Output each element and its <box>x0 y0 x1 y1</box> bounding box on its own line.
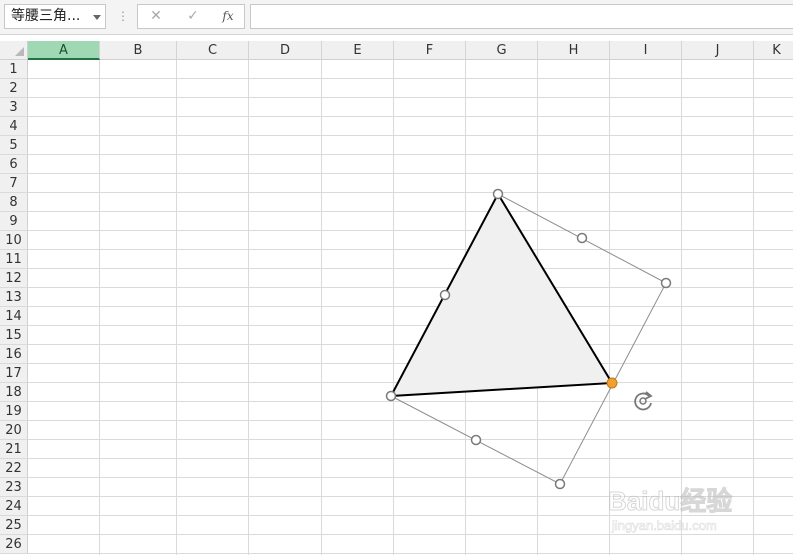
column-header-c[interactable]: C <box>177 41 249 60</box>
grid-row-line <box>28 230 793 231</box>
column-header-f[interactable]: F <box>394 41 466 60</box>
formula-input[interactable] <box>250 4 793 29</box>
grid-row-line <box>28 534 793 535</box>
top-vertex-handle[interactable] <box>492 188 504 200</box>
row-header-13[interactable]: 13 <box>0 288 28 307</box>
row-header-7[interactable]: 7 <box>0 174 28 193</box>
cancel-entry-button[interactable]: ✕ <box>141 5 171 28</box>
column-header-a[interactable]: A <box>28 41 100 60</box>
grid-row-line <box>28 401 793 402</box>
name-box-dropdown-icon[interactable] <box>93 15 101 20</box>
row-header-5[interactable]: 5 <box>0 136 28 155</box>
row-header-3[interactable]: 3 <box>0 98 28 117</box>
row-header-21[interactable]: 21 <box>0 440 28 459</box>
column-header-k[interactable]: K <box>754 41 793 60</box>
name-box-value: 等腰三角... <box>11 8 81 24</box>
bottom-corner-handle[interactable] <box>554 478 566 490</box>
grid-row-line <box>28 477 793 478</box>
top-right-corner-handle[interactable] <box>660 277 672 289</box>
row-header-8[interactable]: 8 <box>0 193 28 212</box>
row-header-20[interactable]: 20 <box>0 421 28 440</box>
formula-bar-grip-icon: ⋮ <box>117 9 129 23</box>
grid-row-line <box>28 325 793 326</box>
row-header-23[interactable]: 23 <box>0 478 28 497</box>
column-header-b[interactable]: B <box>100 41 177 60</box>
row-header-25[interactable]: 25 <box>0 516 28 535</box>
column-header-j[interactable]: J <box>682 41 754 60</box>
row-header-6[interactable]: 6 <box>0 155 28 174</box>
row-header-11[interactable]: 11 <box>0 250 28 269</box>
row-header-26[interactable]: 26 <box>0 535 28 554</box>
row-header-9[interactable]: 9 <box>0 212 28 231</box>
grid-row-line <box>28 496 793 497</box>
grid-row-line <box>28 192 793 193</box>
row-header-4[interactable]: 4 <box>0 117 28 136</box>
grid-row-line <box>28 458 793 459</box>
row-header-12[interactable]: 12 <box>0 269 28 288</box>
formula-buttons: ✕ ✓ fx <box>137 4 245 29</box>
insert-function-button[interactable]: fx <box>213 5 243 28</box>
grid-row-line <box>28 97 793 98</box>
grid-row-line <box>28 268 793 269</box>
column-headers: ABCDEFGHIJK <box>0 41 793 60</box>
row-header-18[interactable]: 18 <box>0 383 28 402</box>
row-header-15[interactable]: 15 <box>0 326 28 345</box>
column-header-i[interactable]: I <box>610 41 682 60</box>
grid-row-line <box>28 78 793 79</box>
grid-row-line <box>28 306 793 307</box>
row-header-22[interactable]: 22 <box>0 459 28 478</box>
column-header-e[interactable]: E <box>322 41 394 60</box>
grid-row-line <box>28 420 793 421</box>
grid-row-line <box>28 135 793 136</box>
formula-bar: 等腰三角... ⋮ ✕ ✓ fx <box>0 0 793 35</box>
grid-row-line <box>28 116 793 117</box>
grid-row-line <box>28 173 793 174</box>
column-header-g[interactable]: G <box>466 41 538 60</box>
top-right-edge-handle[interactable] <box>576 232 588 244</box>
row-header-17[interactable]: 17 <box>0 364 28 383</box>
adjustment-handle[interactable] <box>606 377 618 389</box>
row-header-19[interactable]: 19 <box>0 402 28 421</box>
row-headers: 1 2 3 4 5 6 7 8 9 10 11 12 13 14 15 16 17 18 19 20 21 22 23 24 2… <box>0 60 28 555</box>
left-edge-handle[interactable] <box>439 289 451 301</box>
grid-row-line <box>28 287 793 288</box>
grid-row-line <box>28 515 793 516</box>
bottom-edge-handle[interactable] <box>470 434 482 446</box>
row-header-24[interactable]: 24 <box>0 497 28 516</box>
grid-row-line <box>28 249 793 250</box>
confirm-entry-button[interactable]: ✓ <box>178 5 208 28</box>
cell-grid[interactable] <box>28 60 793 555</box>
row-header-2[interactable]: 2 <box>0 79 28 98</box>
grid-row-line <box>28 154 793 155</box>
row-header-1[interactable]: 1 <box>0 60 28 79</box>
bottom-left-corner-handle[interactable] <box>385 390 397 402</box>
column-header-h[interactable]: H <box>538 41 610 60</box>
grid-row-line <box>28 553 793 554</box>
grid-row-line <box>28 439 793 440</box>
column-header-d[interactable]: D <box>249 41 322 60</box>
name-box[interactable]: 等腰三角... <box>4 4 106 29</box>
row-header-10[interactable]: 10 <box>0 231 28 250</box>
grid-row-line <box>28 211 793 212</box>
row-header-16[interactable]: 16 <box>0 345 28 364</box>
grid-row-line <box>28 344 793 345</box>
row-header-14[interactable]: 14 <box>0 307 28 326</box>
